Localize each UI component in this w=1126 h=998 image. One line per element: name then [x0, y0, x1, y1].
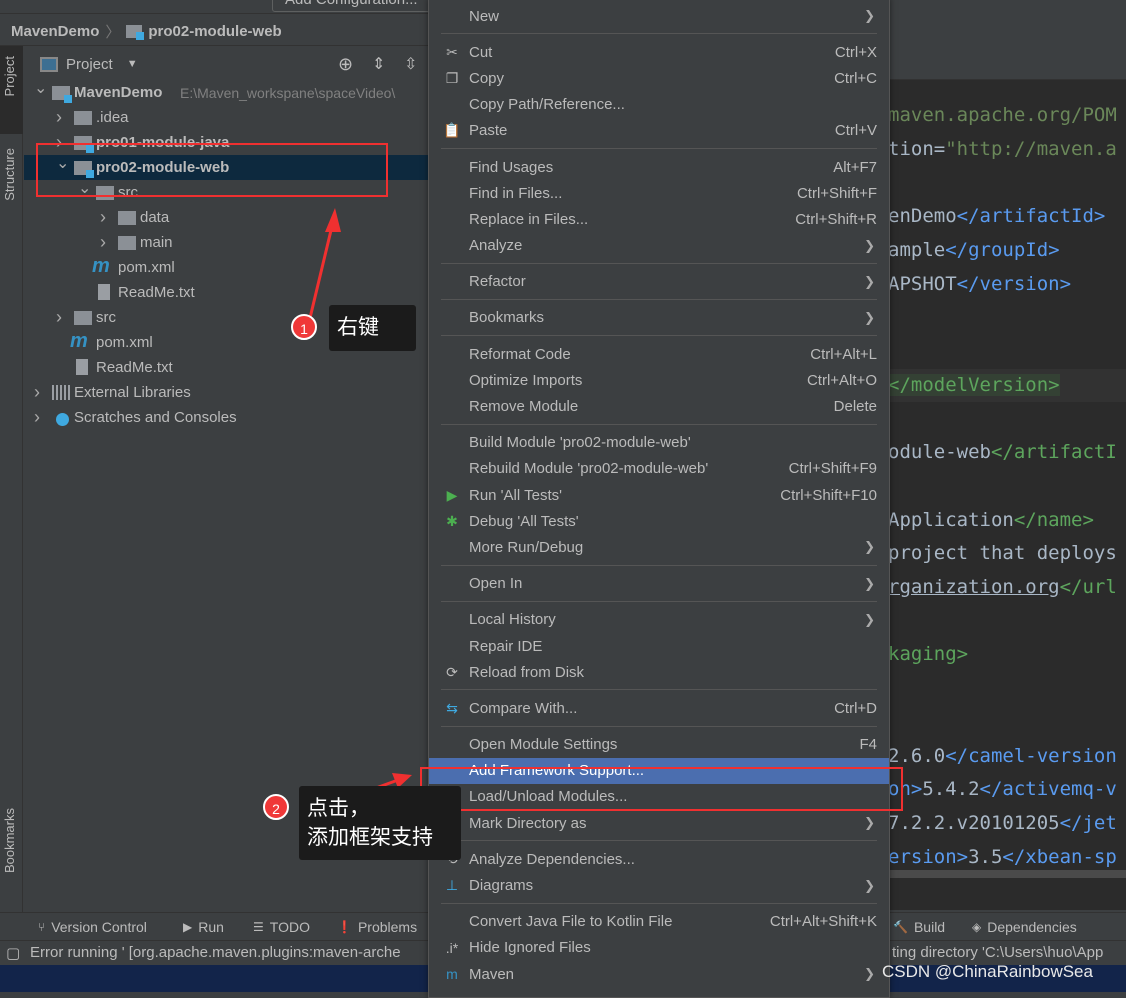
arrow-1 [308, 221, 335, 319]
callout-click-add-framework: 点击， 添加框架支持 [299, 786, 461, 860]
callout-line: 点击， [307, 797, 370, 820]
step-badge-1: 1 [291, 314, 317, 340]
arrow-1-head [325, 208, 341, 232]
step-badge-2: 2 [263, 794, 289, 820]
annotation-arrows [308, 208, 412, 801]
callout-text: 右键 [337, 316, 379, 339]
callout-right-click: 右键 [329, 305, 416, 351]
callout-line: 添加框架支持 [307, 826, 433, 849]
watermark: CSDN @ChinaRainbowSea [882, 962, 1093, 981]
